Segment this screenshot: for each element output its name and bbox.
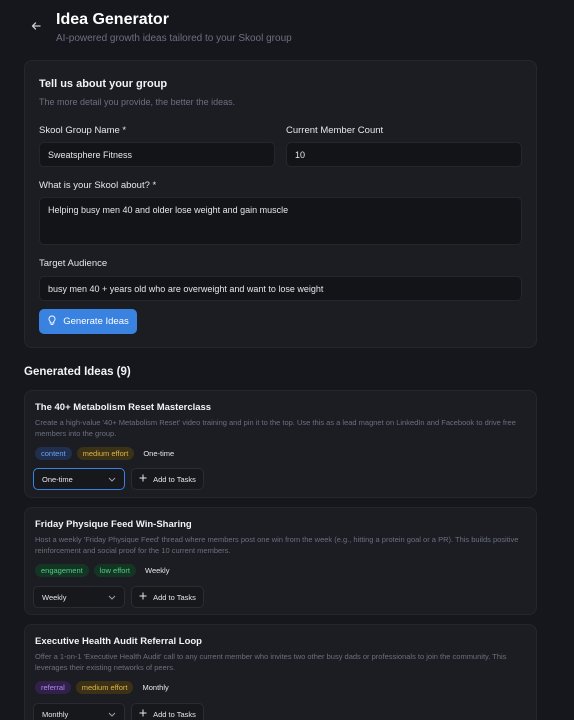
- about-label: What is your Skool about? *: [39, 180, 157, 191]
- idea-card: Friday Physique Feed Win-Sharing Host a …: [24, 507, 537, 615]
- chevron-down-icon: [108, 475, 116, 484]
- idea-title: Executive Health Audit Referral Loop: [35, 636, 202, 647]
- group-name-value: Sweatsphere Fitness: [48, 149, 133, 160]
- add-to-tasks-label: Add to Tasks: [153, 709, 196, 719]
- member-count-label: Current Member Count: [286, 125, 384, 136]
- idea-description: Host a weekly 'Friday Physique Feed' thr…: [35, 535, 519, 555]
- plus-icon: [139, 474, 147, 484]
- add-to-tasks-button[interactable]: Add to Tasks: [131, 703, 204, 720]
- back-arrow-icon[interactable]: [28, 18, 44, 34]
- generate-ideas-button[interactable]: Generate Ideas: [39, 309, 137, 334]
- page-subtitle: AI-powered growth ideas tailored to your…: [56, 33, 292, 44]
- type-tag: referral: [35, 681, 71, 694]
- chevron-down-icon: [108, 710, 116, 719]
- generate-ideas-label: Generate Ideas: [63, 316, 129, 327]
- add-to-tasks-label: Add to Tasks: [153, 474, 196, 484]
- chevron-down-icon: [108, 593, 116, 602]
- about-textarea[interactable]: Helping busy men 40 and older lose weigh…: [39, 197, 522, 245]
- audience-input[interactable]: busy men 40 + years old who are overweig…: [39, 276, 522, 301]
- idea-title: Friday Physique Feed Win-Sharing: [35, 519, 192, 530]
- form-subtitle: The more detail you provide, the better …: [39, 97, 236, 107]
- frequency-tag: One-time: [143, 449, 175, 458]
- idea-description: Create a high-value '40+ Metabolism Rese…: [35, 418, 516, 438]
- idea-tags: engagement low effort Weekly: [35, 564, 175, 577]
- generated-ideas-title: Generated Ideas (9): [24, 366, 131, 378]
- plus-icon: [139, 709, 147, 719]
- group-form-card: Tell us about your group The more detail…: [24, 60, 537, 348]
- idea-controls: One-time Add to Tasks: [33, 468, 204, 490]
- member-count-value: 10: [295, 149, 306, 160]
- audience-label: Target Audience: [39, 258, 108, 269]
- idea-title: The 40+ Metabolism Reset Masterclass: [35, 402, 212, 413]
- group-name-label: Skool Group Name *: [39, 125, 127, 136]
- add-to-tasks-label: Add to Tasks: [153, 592, 196, 602]
- frequency-select-value: Monthly: [42, 709, 69, 719]
- lightbulb-icon: [47, 315, 57, 329]
- about-value: Helping busy men 40 and older lose weigh…: [48, 205, 289, 215]
- group-name-input[interactable]: Sweatsphere Fitness: [39, 142, 275, 167]
- frequency-select-value: Weekly: [42, 592, 67, 602]
- idea-card: The 40+ Metabolism Reset Masterclass Cre…: [24, 390, 537, 498]
- idea-controls: Monthly Add to Tasks: [33, 703, 204, 720]
- frequency-select[interactable]: Monthly: [33, 703, 125, 720]
- effort-tag: medium effort: [76, 447, 135, 460]
- type-tag: engagement: [35, 564, 89, 577]
- page-title: Idea Generator: [56, 11, 169, 28]
- plus-icon: [139, 592, 147, 602]
- effort-tag: medium effort: [75, 681, 134, 694]
- form-title: Tell us about your group: [39, 78, 168, 90]
- frequency-tag: Monthly: [142, 683, 169, 692]
- idea-card: Executive Health Audit Referral Loop Off…: [24, 624, 537, 720]
- type-tag: content: [35, 447, 72, 460]
- idea-tags: referral medium effort Monthly: [35, 681, 175, 694]
- frequency-select[interactable]: One-time: [33, 468, 125, 490]
- idea-tags: content medium effort One-time: [35, 447, 180, 460]
- frequency-tag: Weekly: [145, 566, 170, 575]
- frequency-select[interactable]: Weekly: [33, 586, 125, 608]
- page-header: Idea Generator AI-powered growth ideas t…: [0, 0, 574, 56]
- audience-value: busy men 40 + years old who are overweig…: [48, 283, 324, 294]
- frequency-select-value: One-time: [42, 474, 73, 484]
- idea-description: Offer a 1-on-1 'Executive Health Audit' …: [35, 652, 507, 672]
- add-to-tasks-button[interactable]: Add to Tasks: [131, 468, 204, 490]
- effort-tag: low effort: [93, 564, 136, 577]
- member-count-input[interactable]: 10: [286, 142, 522, 167]
- add-to-tasks-button[interactable]: Add to Tasks: [131, 586, 204, 608]
- idea-controls: Weekly Add to Tasks: [33, 586, 204, 608]
